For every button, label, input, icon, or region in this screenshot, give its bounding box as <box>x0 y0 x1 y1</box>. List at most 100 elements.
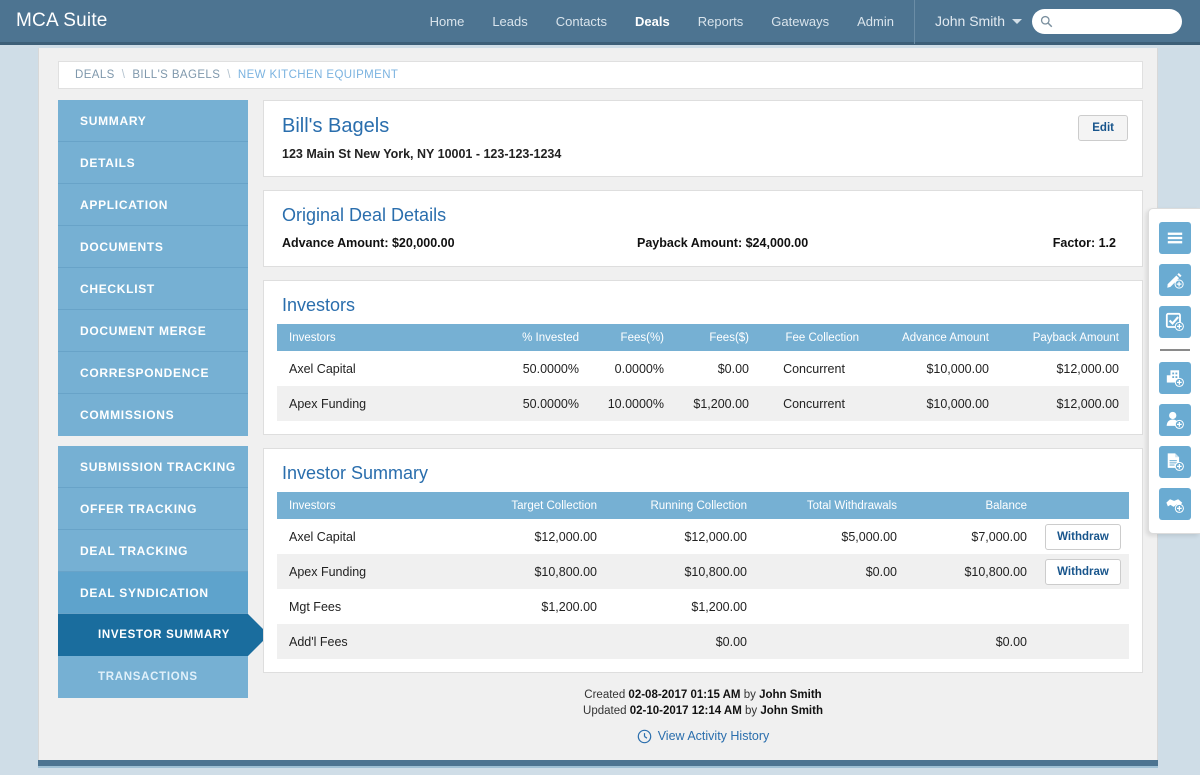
sidebar-item-correspondence[interactable]: CORRESPONDENCE <box>58 352 248 394</box>
cell-total-withdrawals <box>757 624 907 659</box>
created-by: John Smith <box>759 689 822 701</box>
sidebar-item-investor-summary[interactable]: INVESTOR SUMMARY <box>58 614 269 656</box>
record-meta: Created 02-08-2017 01:15 AM by John Smit… <box>263 687 1143 767</box>
payback-amount-value: $24,000.00 <box>745 236 809 250</box>
cell-actions: Withdraw <box>1037 519 1129 554</box>
cell-total-withdrawals <box>757 589 907 624</box>
breadcrumb-item-1[interactable]: BILL'S BAGELS <box>132 69 220 81</box>
add-task-button[interactable] <box>1158 306 1191 338</box>
sidebar-item-application[interactable]: APPLICATION <box>58 184 248 226</box>
table-row: Axel Capital 50.0000% 0.0000% $0.00 Concurre… <box>277 351 1129 386</box>
nav-link-contacts[interactable]: Contacts <box>542 0 621 44</box>
search-box[interactable] <box>1032 8 1182 34</box>
pencil-plus-icon <box>1165 270 1185 290</box>
breadcrumb-item-0[interactable]: DEALS <box>75 69 115 81</box>
merchant-address: 123 Main St New York, NY 10001 - 123-123… <box>282 147 562 161</box>
main-nav-links: Home Leads Contacts Deals Reports Gateways Adm… <box>416 0 908 44</box>
cell-invested: 50.0000% <box>522 361 579 376</box>
table-row: Axel Capital $12,000.00 $12,000.00 $5,000.0… <box>277 519 1129 554</box>
sidebar-item-documents[interactable]: DOCUMENTS <box>58 226 248 268</box>
clock-icon <box>637 729 651 743</box>
sidebar-item-submission-tracking[interactable]: SUBMISSION TRACKING <box>58 446 248 488</box>
created-by-prefix: by <box>743 689 756 701</box>
column-header-advance-amount: Advance Amount <box>869 324 999 351</box>
search-input[interactable] <box>1056 13 1174 29</box>
cell-total-withdrawals: $0.00 <box>757 554 907 589</box>
nav-link-home[interactable]: Home <box>416 0 479 44</box>
cell-fee-collection: Concurrent <box>759 386 869 421</box>
add-company-button[interactable] <box>1158 362 1191 394</box>
table-header-row: Investors Target Collection Running Collec… <box>277 492 1129 519</box>
chevron-down-icon <box>1012 18 1022 24</box>
investor-summary-table-wrap: Investors Target Collection Running Collec… <box>264 484 1142 672</box>
cell-investors: Axel Capital <box>289 361 356 376</box>
cell-running-collection: $0.00 <box>607 624 757 659</box>
sidebar-item-deal-syndication[interactable]: DEAL SYNDICATION <box>58 572 248 614</box>
checkbox-plus-icon <box>1165 312 1185 332</box>
cell-balance: $0.00 <box>907 624 1037 659</box>
cell-advance-amount: $10,000.00 <box>926 361 989 376</box>
sidebar-item-transactions[interactable]: TRANSACTIONS <box>58 656 248 698</box>
table-row: Apex Funding $10,800.00 $10,800.00 $0.00 $10… <box>277 554 1129 589</box>
building-plus-icon <box>1165 368 1185 388</box>
page-footer-bar <box>38 760 1158 768</box>
nav-link-deals[interactable]: Deals <box>621 0 684 44</box>
investors-table: Investors% Invested Fees(%) Fees($) Fee Col… <box>277 324 1129 421</box>
cell-investors: Add'l Fees <box>277 624 457 659</box>
column-header-fees: Fees($) <box>674 324 759 351</box>
page-container: DEALS \ BILL'S BAGELS \ NEW KITCHEN EQUIPMEN… <box>38 48 1158 767</box>
nav-link-reports[interactable]: Reports <box>684 0 758 44</box>
updated-date: 02-10-2017 12:14 AM <box>629 705 742 717</box>
column-header-fee-collection: Fee Collection <box>759 324 869 351</box>
created-prefix: Created <box>584 689 626 701</box>
cell-investors: Apex Funding <box>277 386 494 421</box>
investor-summary-table-body: Axel Capital $12,000.00 $12,000.00 $5,000.0… <box>277 519 1129 659</box>
sidebar-item-checklist[interactable]: CHECKLIST <box>58 268 248 310</box>
factor-field: Factor: 1.2 <box>997 236 1124 250</box>
nav-link-gateways[interactable]: Gateways <box>757 0 843 44</box>
sidebar-item-deal-tracking[interactable]: DEAL TRACKING <box>58 530 248 572</box>
investor-summary-title: Investor Summary <box>282 463 429 483</box>
column-header-target-collection: Target Collection <box>457 492 607 519</box>
nav-link-admin[interactable]: Admin <box>843 0 908 44</box>
add-contact-button[interactable] <box>1158 404 1191 436</box>
factor-value: 1.2 <box>1098 236 1116 250</box>
withdraw-button[interactable]: Withdraw <box>1045 558 1121 585</box>
breadcrumb-item-2[interactable]: NEW KITCHEN EQUIPMENT <box>238 69 398 81</box>
cell-payback-amount: $12,000.00 <box>1056 361 1119 376</box>
updated-line: Updated 02-10-2017 12:14 AM by John Smit… <box>263 703 1143 719</box>
cell-running-collection: $12,000.00 <box>684 529 747 544</box>
nav-divider <box>913 0 915 44</box>
add-document-button[interactable] <box>1158 446 1191 478</box>
sidebar-item-document-merge[interactable]: DOCUMENT MERGE <box>58 310 248 352</box>
advance-amount-value: $20,000.00 <box>391 236 455 250</box>
sidebar-item-commissions[interactable]: COMMISSIONS <box>58 394 248 436</box>
cell-fees: $0.00 <box>717 361 749 376</box>
nav-link-leads[interactable]: Leads <box>478 0 541 44</box>
edit-button[interactable]: Edit <box>1078 115 1128 141</box>
investor-summary-table-head: Investors Target Collection Running Collec… <box>277 492 1129 519</box>
page-left-band <box>0 48 38 775</box>
withdraw-button[interactable]: Withdraw <box>1045 523 1121 550</box>
original-deal-details-card: Original Deal Details Advance Amount: $2… <box>263 190 1143 267</box>
investors-title: Investors <box>282 295 356 315</box>
add-deal-button[interactable] <box>1158 488 1191 520</box>
user-menu[interactable]: John Smith <box>921 13 1032 29</box>
breadcrumb: DEALS \ BILL'S BAGELS \ NEW KITCHEN EQUIPMEN… <box>58 61 1143 89</box>
app-brand[interactable]: MCA Suite <box>16 10 108 32</box>
cell-target-collection <box>457 624 607 659</box>
sidebar: SUMMARY DETAILS APPLICATION DOCUMENTS CHECKL… <box>58 100 269 708</box>
add-note-button[interactable] <box>1158 264 1191 296</box>
sidebar-item-summary[interactable]: SUMMARY <box>58 100 248 142</box>
sidebar-item-offer-tracking[interactable]: OFFER TRACKING <box>58 488 248 530</box>
updated-by: John Smith <box>760 705 823 717</box>
payback-amount-label: Payback Amount: <box>637 236 743 250</box>
column-header-payback-amount: Payback Amount <box>999 324 1129 351</box>
table-row: Add'l Fees $0.00 $0.00 <box>277 624 1129 659</box>
column-header-fees: Fees(%) <box>589 324 674 351</box>
sidebar-item-details[interactable]: DETAILS <box>58 142 248 184</box>
view-activity-history-link[interactable]: View Activity History <box>263 728 1143 744</box>
cell-advance-amount: $10,000.00 <box>869 386 999 421</box>
notes-list-button[interactable] <box>1158 222 1191 254</box>
investor-summary-table: Investors Target Collection Running Collec… <box>277 492 1129 659</box>
